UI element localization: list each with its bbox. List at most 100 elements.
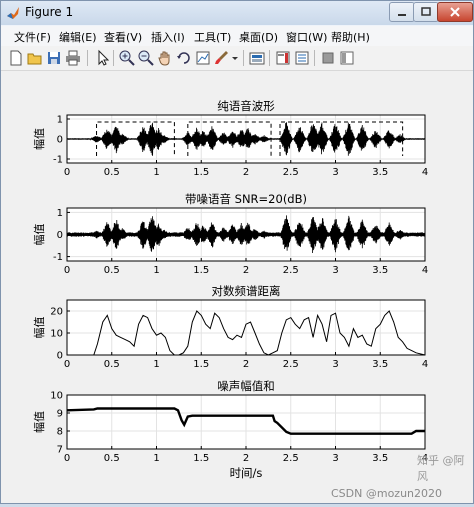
x-tick-label: 4 xyxy=(422,359,428,370)
menu-tools[interactable]: 工具(T) xyxy=(194,29,231,45)
y-tick-label: 0 xyxy=(57,230,63,241)
link-plot-button[interactable] xyxy=(248,49,266,67)
x-tick-label: 3.5 xyxy=(372,265,388,276)
hide-plot-tools-icon xyxy=(322,52,334,64)
x-tick-label: 0 xyxy=(64,265,70,276)
x-tick-label: 1.5 xyxy=(193,167,209,178)
legend-button[interactable] xyxy=(293,49,311,67)
show-plot-tools-icon xyxy=(340,51,354,65)
y-tick-label: 9 xyxy=(57,409,63,420)
x-tick-label: 2.5 xyxy=(283,167,299,178)
x-tick-label: 2.5 xyxy=(283,453,299,464)
y-axis-label: 幅值 xyxy=(33,317,46,339)
x-tick-label: 0.5 xyxy=(104,167,120,178)
brush-menu-button[interactable] xyxy=(230,49,248,67)
x-tick-label: 0.5 xyxy=(104,453,120,464)
y-tick-label: 20 xyxy=(50,307,63,318)
window-title: Figure 1 xyxy=(25,5,74,19)
y-tick-label: 0 xyxy=(57,135,63,146)
menu-edit[interactable]: 编辑(E) xyxy=(59,29,97,45)
x-tick-label: 1.5 xyxy=(193,265,209,276)
menu-help[interactable]: 帮助(H) xyxy=(331,29,370,45)
y-axis-label: 幅值 xyxy=(33,224,46,246)
data-cursor-icon xyxy=(196,51,210,65)
x-tick-label: 2 xyxy=(243,453,249,464)
close-button[interactable] xyxy=(437,2,473,22)
maximize-button[interactable] xyxy=(413,2,439,22)
y-tick-label: 8 xyxy=(57,427,63,438)
open-file-button[interactable] xyxy=(26,49,44,67)
x-tick-label: 0.5 xyxy=(104,359,120,370)
y-tick-label: 7 xyxy=(57,445,63,456)
colorbar-button[interactable] xyxy=(274,49,292,67)
menu-window[interactable]: 窗口(W) xyxy=(286,29,327,45)
maximize-icon xyxy=(421,7,431,16)
zoom-in-icon xyxy=(119,50,135,66)
zoom-in-button[interactable] xyxy=(118,49,136,67)
x-tick-label: 3 xyxy=(332,359,338,370)
show-plot-tools-button[interactable] xyxy=(338,49,356,67)
figure-axes-area: 0 0.5 1 1.5 2 2.5 3 3.5 4-101纯语音波形幅值0 0.5 1 1.5 2 2.5… xyxy=(33,99,428,480)
print-icon xyxy=(66,50,80,66)
x-tick-label: 3.5 xyxy=(372,167,388,178)
title-bar[interactable]: Figure 1 xyxy=(1,1,473,25)
hide-plot-tools-button[interactable] xyxy=(319,49,337,67)
y-tick-label: -1 xyxy=(53,155,63,166)
minimize-button[interactable] xyxy=(389,2,415,22)
toolbar-separator xyxy=(314,50,315,66)
pan-button[interactable] xyxy=(156,49,174,67)
y-axis-label: 幅值 xyxy=(33,128,46,150)
menu-file[interactable]: 文件(F) xyxy=(14,29,51,45)
toolbar-separator xyxy=(269,50,270,66)
zoom-out-icon xyxy=(138,50,154,66)
x-tick-label: 0 xyxy=(64,453,70,464)
y-tick-label: 10 xyxy=(50,329,63,340)
pointer-button[interactable] xyxy=(93,49,111,67)
x-tick-label: 3 xyxy=(332,265,338,276)
pan-icon xyxy=(158,51,170,66)
x-tick-label: 1 xyxy=(153,453,159,464)
new-figure-button[interactable] xyxy=(7,49,25,67)
y-tick-label: 1 xyxy=(57,115,63,126)
x-tick-label: 1 xyxy=(153,265,159,276)
figure-window: Figure 1 文件(F) 编辑(E) 查看(V) 插入(I) 工具(T) 桌… xyxy=(0,0,474,504)
save-icon xyxy=(48,52,60,64)
minimize-icon xyxy=(398,14,406,16)
y-tick-label: 0 xyxy=(57,351,63,362)
toolbar-separator xyxy=(87,50,88,66)
brush-icon xyxy=(215,51,228,64)
data-cursor-button[interactable] xyxy=(194,49,212,67)
x-tick-label: 1.5 xyxy=(193,453,209,464)
print-button[interactable] xyxy=(64,49,82,67)
colorbar-icon xyxy=(276,51,290,65)
x-tick-label: 0.5 xyxy=(104,265,120,276)
x-tick-label: 0 xyxy=(64,167,70,178)
brush-button[interactable] xyxy=(213,49,231,67)
zoom-out-button[interactable] xyxy=(137,49,155,67)
link-plot-icon xyxy=(249,52,265,65)
x-tick-label: 4 xyxy=(422,265,428,276)
watermark-csdn: CSDN @mozun2020 xyxy=(331,487,443,500)
y-tick-label: 10 xyxy=(50,391,63,402)
rotate-3d-button[interactable] xyxy=(175,49,193,67)
menu-view[interactable]: 查看(V) xyxy=(104,29,142,45)
x-tick-label: 3.5 xyxy=(372,453,388,464)
x-tick-label: 4 xyxy=(422,167,428,178)
x-tick-label: 1.5 xyxy=(193,359,209,370)
menu-desktop[interactable]: 桌面(D) xyxy=(239,29,278,45)
new-figure-icon xyxy=(10,50,22,66)
y-tick-label: -1 xyxy=(53,252,63,263)
open-file-icon xyxy=(27,53,42,65)
axes-title: 噪声幅值和 xyxy=(217,379,275,393)
pointer-icon xyxy=(98,49,110,66)
x-tick-label: 3.5 xyxy=(372,359,388,370)
figure-canvas: 0 0.5 1 1.5 2 2.5 3 3.5 4 -1 0 1 纯语音波形 幅值 0 0.5 1 1.5 2 2.5… xyxy=(1,71,473,503)
figure-toolbar xyxy=(1,46,473,71)
x-tick-label: 1 xyxy=(153,167,159,178)
menu-insert[interactable]: 插入(I) xyxy=(151,29,185,45)
x-tick-label: 3 xyxy=(332,453,338,464)
axes-title: 带噪语音 SNR=20(dB) xyxy=(185,192,307,206)
y-axis-label: 幅值 xyxy=(33,411,46,433)
save-button[interactable] xyxy=(45,49,63,67)
close-icon xyxy=(450,7,460,17)
